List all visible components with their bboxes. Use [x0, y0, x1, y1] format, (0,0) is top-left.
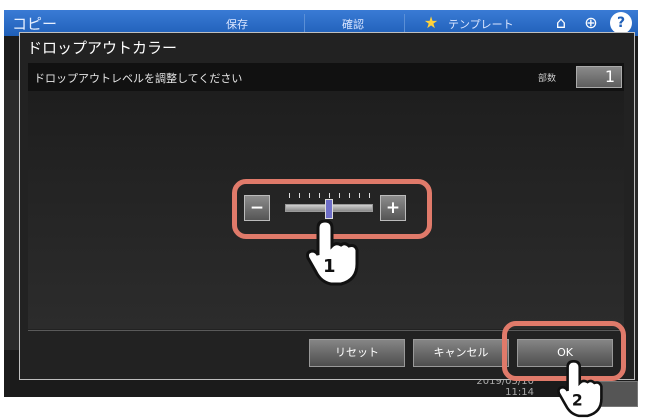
save-tab[interactable]: 保存 [226, 16, 248, 32]
instruction-text: ドロップアウトレベルを調整してください [34, 72, 243, 85]
slider-tick [329, 193, 330, 198]
copies-field[interactable]: 1 [576, 66, 622, 88]
hand-pointer-icon: 1 [306, 220, 359, 286]
slider-tick [319, 193, 320, 198]
dialog-title: ドロップアウトカラー [27, 39, 178, 57]
reset-button[interactable]: リセット [309, 339, 405, 367]
star-icon: ★ [423, 13, 439, 32]
slider-tick [349, 193, 350, 198]
slider-tick [369, 193, 370, 198]
slider-tick [289, 193, 290, 198]
step1-number: 1 [323, 256, 336, 277]
help-icon[interactable]: ? [610, 12, 632, 34]
copies-label: 部数 [538, 74, 557, 84]
cancel-button[interactable]: キャンセル [413, 339, 509, 367]
slider-tick [359, 193, 360, 198]
template-tab[interactable]: テンプレート [448, 16, 514, 32]
home-icon[interactable]: ⌂ [550, 12, 572, 34]
slider-tick [309, 193, 310, 198]
info-bar: ドロップアウトレベルを調整してください 部数 1 [28, 63, 624, 91]
globe-icon[interactable]: ⊕ [580, 12, 602, 34]
step2-number: 2 [572, 391, 583, 409]
hand-pointer-icon: 2 [557, 360, 603, 418]
slider-tick [299, 193, 300, 198]
separator [304, 14, 305, 32]
slider-thumb[interactable] [325, 199, 333, 219]
time-text: 11:14 [505, 387, 534, 398]
background-panel [4, 80, 20, 350]
slider-tick [339, 193, 340, 198]
app-title: コピー [12, 15, 58, 33]
separator [404, 14, 405, 32]
minus-button[interactable]: − [244, 195, 270, 221]
confirm-tab[interactable]: 確認 [342, 16, 364, 32]
plus-button[interactable]: + [380, 195, 406, 221]
